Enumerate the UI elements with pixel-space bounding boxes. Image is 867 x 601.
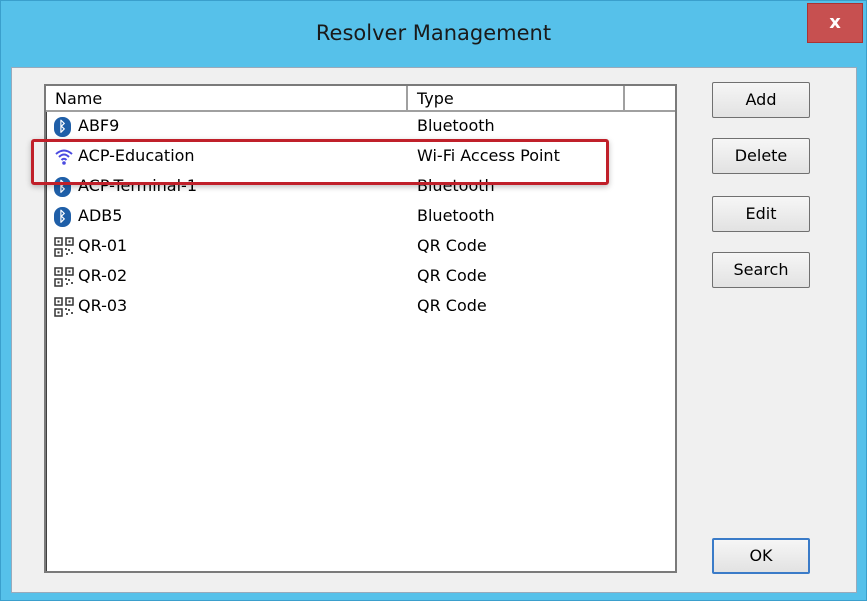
resolver-type: QR Code (417, 236, 487, 255)
edit-button[interactable]: Edit (712, 196, 810, 232)
qr-code-icon (54, 297, 74, 317)
resolver-name: QR-01 (78, 236, 128, 255)
resolver-type: QR Code (417, 296, 487, 315)
resolver-name: QR-03 (78, 296, 128, 315)
list-header: Name Type (46, 86, 675, 112)
list-item[interactable]: ᛒ ABF9 Bluetooth (46, 112, 675, 142)
window-title: Resolver Management (315, 21, 552, 45)
bluetooth-icon: ᛒ (54, 207, 74, 227)
column-header-empty[interactable] (625, 86, 675, 112)
bluetooth-icon: ᛒ (54, 117, 74, 137)
dialog-client-area: Name Type ᛒ ABF9 Bluetooth ACP-Education… (11, 67, 857, 593)
list-item[interactable]: QR-03 QR Code (46, 292, 675, 322)
list-item[interactable]: QR-01 QR Code (46, 232, 675, 262)
qr-code-icon (54, 267, 74, 287)
resolver-management-window: Resolver Management x Name Type ᛒ ABF9 B… (0, 0, 867, 601)
close-button[interactable]: x (807, 3, 863, 43)
column-header-name[interactable]: Name (46, 86, 408, 112)
resolver-name: ADB5 (78, 206, 123, 225)
delete-button[interactable]: Delete (712, 138, 810, 174)
highlight-annotation (31, 139, 609, 185)
qr-code-icon (54, 237, 74, 257)
resolver-type: Bluetooth (417, 206, 495, 225)
resolver-type: Bluetooth (417, 116, 495, 135)
title-bar[interactable]: Resolver Management x (1, 1, 866, 67)
resolver-type: QR Code (417, 266, 487, 285)
resolver-name: QR-02 (78, 266, 128, 285)
search-button[interactable]: Search (712, 252, 810, 288)
add-button[interactable]: Add (712, 82, 810, 118)
ok-button[interactable]: OK (712, 538, 810, 574)
resolver-name: ABF9 (78, 116, 120, 135)
list-item[interactable]: ᛒ ADB5 Bluetooth (46, 202, 675, 232)
column-header-type[interactable]: Type (408, 86, 625, 112)
list-item[interactable]: QR-02 QR Code (46, 262, 675, 292)
